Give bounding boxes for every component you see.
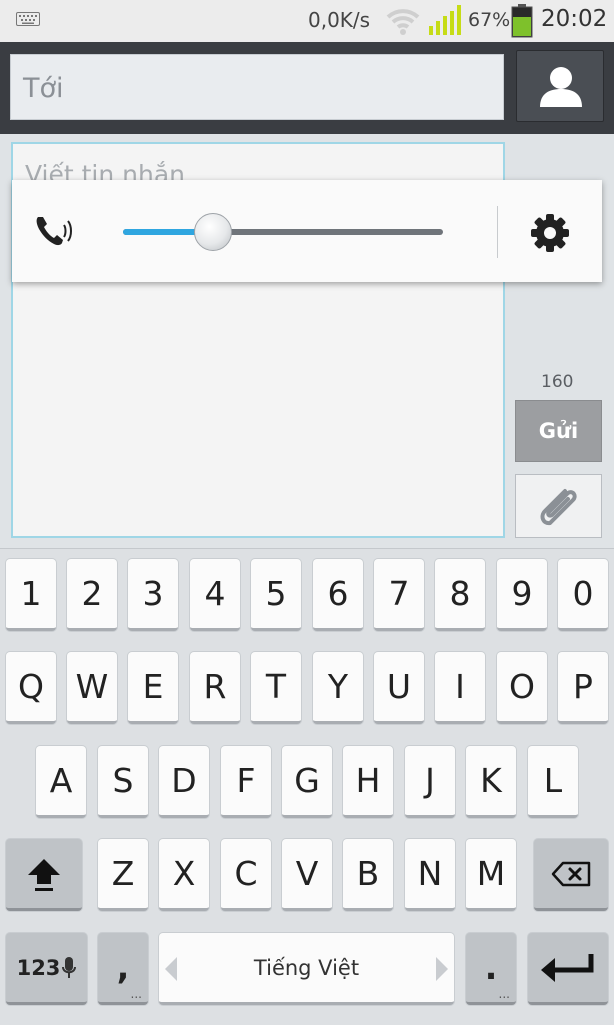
key-i[interactable]: I bbox=[435, 652, 485, 724]
space-key[interactable]: Tiếng Việt bbox=[159, 933, 454, 1005]
key-8[interactable]: 8 bbox=[435, 559, 485, 631]
language-next-icon bbox=[436, 957, 448, 981]
wifi-icon bbox=[386, 9, 420, 35]
popup-divider bbox=[497, 206, 498, 258]
key-7[interactable]: 7 bbox=[374, 559, 424, 631]
key-o[interactable]: O bbox=[497, 652, 547, 724]
clock: 20:02 bbox=[541, 6, 608, 32]
key-a[interactable]: A bbox=[36, 746, 86, 818]
volume-popup bbox=[12, 180, 602, 282]
language-prev-icon bbox=[165, 957, 177, 981]
period-label: . bbox=[484, 948, 498, 987]
key-n[interactable]: N bbox=[405, 839, 455, 911]
key-m[interactable]: M bbox=[466, 839, 516, 911]
key-j[interactable]: J bbox=[405, 746, 455, 818]
enter-key[interactable] bbox=[528, 933, 608, 1005]
soft-keyboard: 1 2 3 4 5 6 7 8 9 0 Q W E R T Y U I O P … bbox=[0, 548, 614, 1025]
key-b[interactable]: B bbox=[343, 839, 393, 911]
mode-label: 123 bbox=[16, 955, 61, 980]
network-speed: 0,0K/s bbox=[308, 8, 371, 32]
key-h[interactable]: H bbox=[343, 746, 393, 818]
signal-bars-icon bbox=[429, 5, 461, 35]
keyboard-icon bbox=[16, 12, 40, 26]
battery-icon bbox=[511, 4, 533, 38]
ringer-volume-icon bbox=[36, 217, 72, 246]
volume-slider-knob[interactable] bbox=[193, 213, 232, 251]
shift-key[interactable] bbox=[6, 839, 82, 911]
paperclip-icon bbox=[540, 489, 577, 526]
backspace-icon bbox=[551, 861, 591, 886]
recipient-header: Tới bbox=[0, 42, 614, 134]
key-q[interactable]: Q bbox=[6, 652, 56, 724]
send-button[interactable]: Gửi bbox=[515, 400, 602, 462]
key-x[interactable]: X bbox=[159, 839, 209, 911]
key-1[interactable]: 1 bbox=[6, 559, 56, 631]
key-l[interactable]: L bbox=[528, 746, 578, 818]
key-f[interactable]: F bbox=[221, 746, 271, 818]
key-5[interactable]: 5 bbox=[251, 559, 301, 631]
key-v[interactable]: V bbox=[282, 839, 332, 911]
key-2[interactable]: 2 bbox=[67, 559, 117, 631]
gear-icon[interactable] bbox=[529, 212, 571, 254]
comma-key[interactable]: , ... bbox=[98, 933, 148, 1005]
key-s[interactable]: S bbox=[98, 746, 148, 818]
key-w[interactable]: W bbox=[67, 652, 117, 724]
language-label: Tiếng Việt bbox=[253, 955, 360, 980]
recipient-input[interactable]: Tới bbox=[10, 54, 504, 120]
status-bar: 0,0K/s 67% 20:02 bbox=[0, 0, 614, 42]
attach-button[interactable] bbox=[515, 474, 602, 538]
key-9[interactable]: 9 bbox=[497, 559, 547, 631]
key-3[interactable]: 3 bbox=[128, 559, 178, 631]
person-icon bbox=[540, 67, 582, 107]
battery-percent: 67% bbox=[468, 9, 511, 31]
key-k[interactable]: K bbox=[466, 746, 516, 818]
enter-arrow-icon bbox=[541, 953, 594, 982]
key-e[interactable]: E bbox=[128, 652, 178, 724]
contacts-button[interactable] bbox=[516, 50, 604, 122]
key-u[interactable]: U bbox=[374, 652, 424, 724]
symbols-mode-key[interactable]: 123 bbox=[6, 933, 87, 1005]
key-r[interactable]: R bbox=[190, 652, 240, 724]
microphone-icon bbox=[62, 956, 77, 978]
character-counter: 160 bbox=[541, 372, 574, 392]
more-dots: ... bbox=[130, 987, 142, 1001]
key-4[interactable]: 4 bbox=[190, 559, 240, 631]
key-6[interactable]: 6 bbox=[313, 559, 363, 631]
key-0[interactable]: 0 bbox=[558, 559, 608, 631]
key-y[interactable]: Y bbox=[313, 652, 363, 724]
key-g[interactable]: G bbox=[282, 746, 332, 818]
key-c[interactable]: C bbox=[221, 839, 271, 911]
key-z[interactable]: Z bbox=[98, 839, 148, 911]
key-t[interactable]: T bbox=[251, 652, 301, 724]
key-d[interactable]: D bbox=[159, 746, 209, 818]
key-p[interactable]: P bbox=[558, 652, 608, 724]
backspace-key[interactable] bbox=[534, 839, 608, 911]
shift-arrow-icon bbox=[28, 858, 60, 891]
period-key[interactable]: . ... bbox=[466, 933, 516, 1005]
more-dots: ... bbox=[498, 987, 510, 1001]
volume-slider[interactable] bbox=[123, 213, 443, 251]
comma-label: , bbox=[116, 948, 130, 987]
